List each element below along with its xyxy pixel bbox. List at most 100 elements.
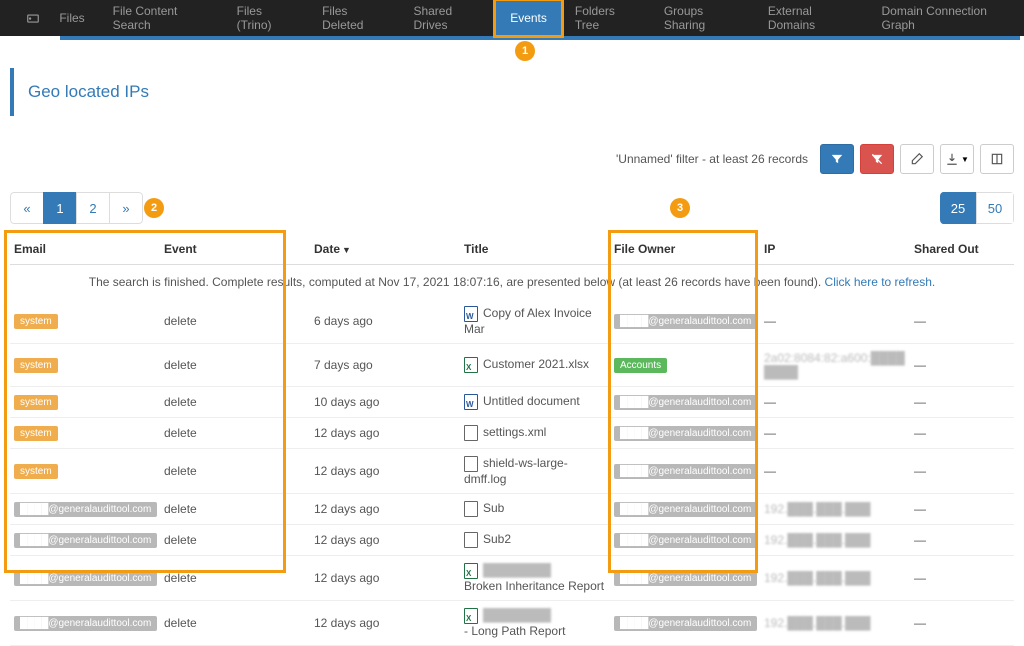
email-badge: system	[14, 426, 58, 441]
col-ip[interactable]: IP	[760, 234, 910, 265]
file-type-icon	[464, 456, 478, 472]
cell-title: Untitled document	[460, 387, 610, 418]
cell-ip: 192.███.███.███	[760, 601, 910, 646]
annotation-marker-1: 1	[515, 41, 535, 61]
annotation-marker-3: 3	[670, 198, 690, 218]
nav-tab-events-label: Events	[510, 11, 547, 25]
file-type-icon	[464, 608, 478, 624]
cell-date: 6 days ago	[310, 299, 460, 344]
email-badge: ████@generalaudittool.com	[14, 571, 157, 586]
file-type-icon	[464, 532, 478, 548]
page-2[interactable]: 2	[76, 192, 110, 224]
file-type-icon	[464, 563, 478, 579]
page-header: Geo located IPs	[10, 68, 1024, 116]
page-prev[interactable]: «	[10, 192, 44, 224]
cell-title: settings.xml	[460, 418, 610, 449]
col-date-label: Date	[314, 242, 340, 256]
nav-tab-files-deleted[interactable]: Files Deleted	[308, 0, 399, 36]
filter-icon	[830, 152, 844, 166]
file-type-icon	[464, 394, 478, 410]
caret-down-icon: ▼	[961, 155, 969, 164]
cell-title: ████████Broken Inheritance Report	[460, 556, 610, 601]
filter-summary: 'Unnamed' filter - at least 26 records	[616, 152, 808, 166]
page-1[interactable]: 1	[43, 192, 77, 224]
file-type-icon	[464, 501, 478, 517]
col-shared[interactable]: Shared Out	[910, 234, 1014, 265]
owner-badge: Accounts	[614, 358, 667, 373]
nav-tab-external-domains[interactable]: External Domains	[754, 0, 868, 36]
pagination-row: « 1 2 » 2 3 25 50	[10, 192, 1014, 224]
refresh-link[interactable]: Click here to refresh.	[825, 275, 936, 289]
cell-ip: 2a02:8084:82:a600:████ ████	[760, 344, 910, 387]
cell-event: delete	[160, 449, 310, 494]
clear-filter-button[interactable]	[860, 144, 894, 174]
col-owner[interactable]: File Owner	[610, 234, 760, 265]
owner-badge: ████@generalaudittool.com	[614, 314, 757, 329]
nav-tab-groups-sharing[interactable]: Groups Sharing	[650, 0, 754, 36]
table-row: systemdelete10 days agoUntitled document…	[10, 387, 1014, 418]
email-badge: system	[14, 358, 58, 373]
columns-button[interactable]	[980, 144, 1014, 174]
cell-date: 12 days ago	[310, 525, 460, 556]
download-button[interactable]: ▼	[940, 144, 974, 174]
cell-event: delete	[160, 601, 310, 646]
columns-icon	[990, 152, 1004, 166]
col-title[interactable]: Title	[460, 234, 610, 265]
page-next[interactable]: »	[109, 192, 143, 224]
download-icon	[945, 152, 959, 166]
top-nav: Files File Content Search Files (Trino) …	[0, 0, 1024, 36]
email-badge: ████@generalaudittool.com	[14, 502, 157, 517]
owner-badge: ████@generalaudittool.com	[614, 533, 757, 548]
email-badge: ████@generalaudittool.com	[14, 533, 157, 548]
nav-tab-folders-tree[interactable]: Folders Tree	[561, 0, 650, 36]
cell-date: 12 days ago	[310, 494, 460, 525]
file-type-icon	[464, 306, 478, 322]
col-event[interactable]: Event	[160, 234, 310, 265]
filter-button[interactable]	[820, 144, 854, 174]
cell-shared: —	[910, 556, 1014, 601]
cell-date: 7 days ago	[310, 344, 460, 387]
nav-tab-events[interactable]: Events	[496, 0, 561, 36]
owner-badge: ████@generalaudittool.com	[614, 395, 757, 410]
page-size-selector: 25 50	[940, 192, 1014, 224]
col-email[interactable]: Email	[10, 234, 160, 265]
cell-shared: —	[910, 387, 1014, 418]
clear-filter-icon	[870, 152, 884, 166]
table-row: systemdelete12 days agosettings.xml████@…	[10, 418, 1014, 449]
table-row: systemdelete12 days agoshield-ws-large-d…	[10, 449, 1014, 494]
cell-event: delete	[160, 525, 310, 556]
col-date[interactable]: Date▼	[310, 234, 460, 265]
cell-shared: —	[910, 344, 1014, 387]
email-badge: system	[14, 464, 58, 479]
cell-shared: —	[910, 601, 1014, 646]
cell-shared: —	[910, 299, 1014, 344]
cell-title: Sub2	[460, 525, 610, 556]
file-type-icon	[464, 425, 478, 441]
nav-tab-shared-drives[interactable]: Shared Drives	[399, 0, 496, 36]
table-row: ████@generalaudittool.comdelete12 days a…	[10, 556, 1014, 601]
table-row: ████@generalaudittool.comdelete12 days a…	[10, 525, 1014, 556]
table-row: ████@generalaudittool.comdelete12 days a…	[10, 601, 1014, 646]
cell-event: delete	[160, 418, 310, 449]
cell-event: delete	[160, 494, 310, 525]
status-text: The search is finished. Complete results…	[89, 275, 825, 289]
cell-title: shield-ws-large-dmff.log	[460, 449, 610, 494]
cell-ip: 192.███.███.███	[760, 525, 910, 556]
file-type-icon	[464, 357, 478, 373]
nav-tab-files[interactable]: Files	[45, 0, 98, 36]
nav-tab-files-trino[interactable]: Files (Trino)	[223, 0, 308, 36]
cell-ip: —	[760, 449, 910, 494]
annotation-marker-2: 2	[144, 198, 164, 218]
cell-shared: —	[910, 449, 1014, 494]
page-size-50[interactable]: 50	[976, 192, 1014, 224]
nav-tab-domain-connection-graph[interactable]: Domain Connection Graph	[868, 0, 1024, 36]
cell-date: 12 days ago	[310, 418, 460, 449]
results-table: Email Event Date▼ Title File Owner IP Sh…	[10, 234, 1014, 646]
cell-date: 12 days ago	[310, 601, 460, 646]
eraser-button[interactable]	[900, 144, 934, 174]
table-row: systemdelete7 days agoCustomer 2021.xlsx…	[10, 344, 1014, 387]
nav-tab-file-content-search[interactable]: File Content Search	[99, 0, 223, 36]
cell-shared: —	[910, 418, 1014, 449]
cell-ip: —	[760, 387, 910, 418]
page-size-25[interactable]: 25	[940, 192, 977, 224]
